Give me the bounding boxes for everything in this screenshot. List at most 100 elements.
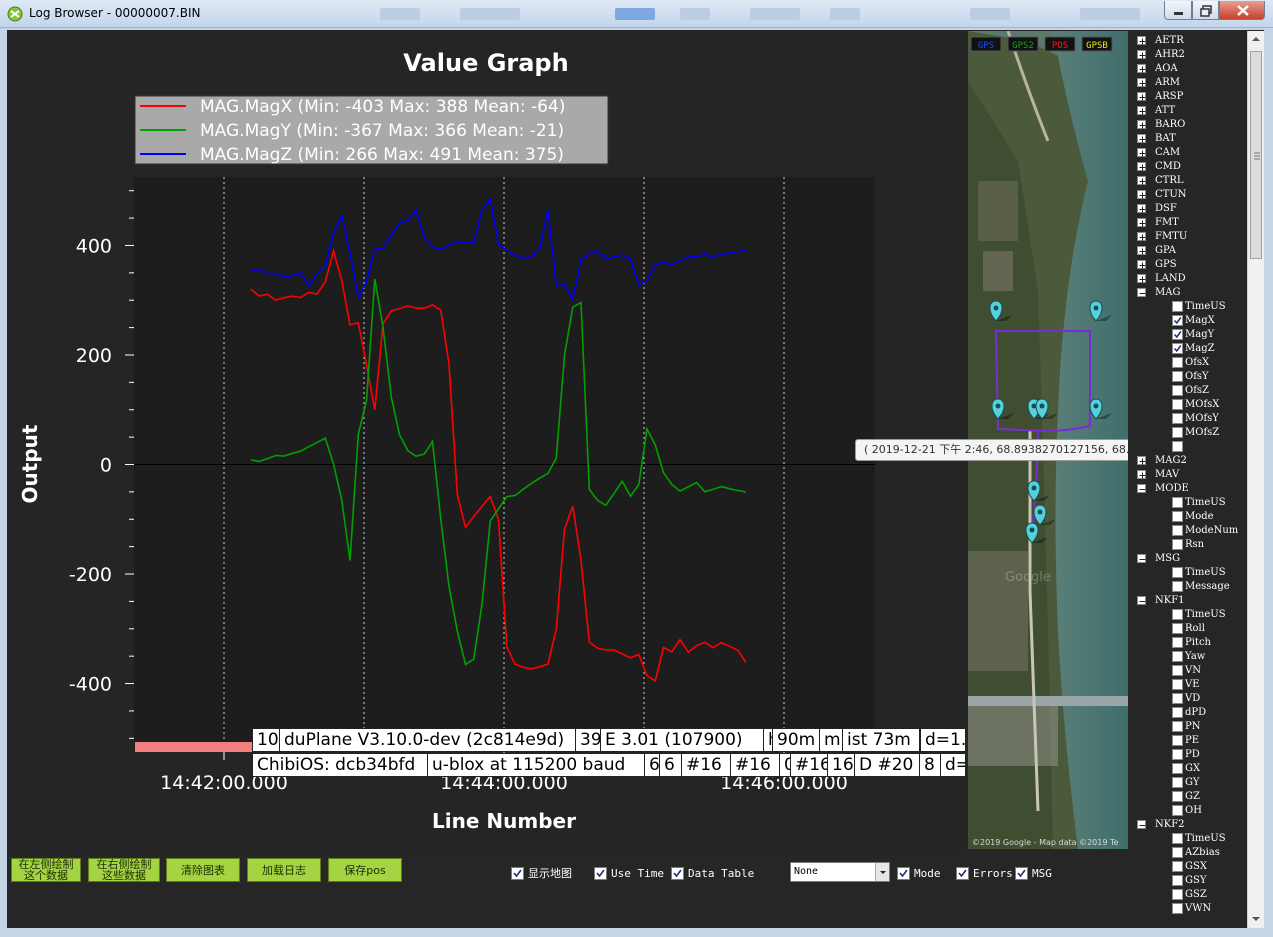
field-checkbox[interactable] — [1172, 874, 1183, 886]
series-dropdown[interactable]: None — [790, 862, 890, 882]
field-checkbox[interactable] — [1172, 426, 1183, 438]
tree-field[interactable]: TimeUS — [1172, 495, 1226, 509]
expand-icon[interactable] — [1137, 133, 1146, 143]
field-checkbox[interactable] — [1172, 790, 1183, 802]
tree-field[interactable]: AZbias — [1172, 845, 1220, 859]
expand-icon[interactable] — [1137, 35, 1146, 45]
tree-field[interactable]: OH — [1172, 803, 1202, 817]
tree-node[interactable]: CMD — [1137, 159, 1181, 173]
tree-node[interactable]: CTRL — [1137, 173, 1184, 187]
clear-graph-button[interactable]: 清除图表 — [166, 858, 240, 882]
close-button[interactable] — [1219, 1, 1265, 20]
tree-node[interactable]: ARSP — [1137, 89, 1183, 103]
tree-field[interactable]: MOfsY — [1172, 411, 1219, 425]
field-checkbox[interactable] — [1172, 398, 1183, 410]
field-checkbox[interactable] — [1172, 314, 1183, 326]
load-log-button[interactable]: 加载日志 — [247, 858, 321, 882]
field-checkbox[interactable] — [1172, 706, 1183, 718]
tree-node[interactable]: GPS — [1137, 257, 1177, 271]
tree-field[interactable]: OfsY — [1172, 369, 1209, 383]
field-checkbox[interactable] — [1172, 440, 1183, 452]
tree-node[interactable]: NKF1 — [1137, 593, 1185, 607]
tree-node[interactable]: DSF — [1137, 201, 1177, 215]
minimize-button[interactable] — [1164, 1, 1192, 20]
tree-node[interactable]: MODE — [1137, 481, 1189, 495]
expand-icon[interactable] — [1137, 189, 1146, 199]
scroll-down-icon[interactable] — [1248, 912, 1264, 926]
field-checkbox[interactable] — [1172, 902, 1183, 914]
tree-node[interactable]: MAG2 — [1137, 453, 1187, 467]
collapse-icon[interactable] — [1137, 819, 1146, 829]
tree-field[interactable]: VE — [1172, 677, 1200, 691]
field-checkbox[interactable] — [1172, 678, 1183, 690]
field-checkbox[interactable] — [1172, 342, 1183, 354]
show-map-checkbox[interactable]: 显示地图 — [511, 866, 572, 880]
field-checkbox[interactable] — [1172, 384, 1183, 396]
expand-icon[interactable] — [1137, 217, 1146, 227]
msg-checkbox[interactable]: MSG — [1015, 866, 1052, 880]
expand-icon[interactable] — [1137, 231, 1146, 241]
tree-field[interactable]: OfsX — [1172, 355, 1209, 369]
tree-field[interactable]: VD — [1172, 691, 1200, 705]
tree-field[interactable]: Roll — [1172, 621, 1205, 635]
scroll-up-icon[interactable] — [1248, 32, 1264, 46]
expand-icon[interactable] — [1137, 161, 1146, 171]
expand-icon[interactable] — [1137, 119, 1146, 129]
log-tree[interactable]: AETR AHR2 AOA ARM ARSP ATT BARO BAT CAM CMD CTRL CT… — [1128, 30, 1264, 928]
tree-field[interactable]: VN — [1172, 663, 1201, 677]
tree-field[interactable]: VWN — [1172, 901, 1211, 915]
tree-node[interactable]: MSG — [1137, 551, 1180, 565]
mode-checkbox[interactable]: Mode — [897, 866, 941, 880]
tree-field[interactable]: MOfsZ — [1172, 425, 1219, 439]
tree-field[interactable]: TimeUS — [1172, 607, 1226, 621]
field-checkbox[interactable] — [1172, 580, 1183, 592]
field-checkbox[interactable] — [1172, 650, 1183, 662]
tree-field[interactable]: MagY — [1172, 327, 1214, 341]
field-checkbox[interactable] — [1172, 804, 1183, 816]
tree-node[interactable]: AETR — [1137, 33, 1184, 47]
field-checkbox[interactable] — [1172, 720, 1183, 732]
tree-field[interactable]: GSY — [1172, 873, 1206, 887]
tree-node[interactable]: CAM — [1137, 145, 1180, 159]
tree-node[interactable]: NKF2 — [1137, 817, 1185, 831]
tree-field[interactable]: MagZ — [1172, 341, 1215, 355]
field-checkbox[interactable] — [1172, 608, 1183, 620]
tree-field[interactable]: dPD — [1172, 705, 1206, 719]
expand-icon[interactable] — [1137, 77, 1146, 87]
tree-field[interactable]: GSX — [1172, 859, 1207, 873]
tree-field[interactable]: GSZ — [1172, 887, 1207, 901]
expand-icon[interactable] — [1137, 175, 1146, 185]
collapse-icon[interactable] — [1137, 595, 1146, 605]
tree-field[interactable]: OfsZ — [1172, 383, 1209, 397]
data-table-checkbox[interactable]: Data Table — [671, 866, 754, 880]
tree-field[interactable]: Mode — [1172, 509, 1214, 523]
field-checkbox[interactable] — [1172, 412, 1183, 424]
tree-node[interactable]: AOA — [1137, 61, 1178, 75]
tree-node[interactable]: MAV — [1137, 467, 1179, 481]
tree-field[interactable]: TimeUS — [1172, 831, 1226, 845]
tree-field[interactable]: MagX — [1172, 313, 1215, 327]
collapse-icon[interactable] — [1137, 287, 1146, 297]
tree-node[interactable]: BAT — [1137, 131, 1176, 145]
field-checkbox[interactable] — [1172, 692, 1183, 704]
tree-node[interactable]: BARO — [1137, 117, 1185, 131]
field-checkbox[interactable] — [1172, 510, 1183, 522]
field-checkbox[interactable] — [1172, 300, 1183, 312]
chevron-down-icon[interactable] — [875, 863, 889, 881]
tree-field[interactable] — [1172, 439, 1185, 453]
tree-field[interactable]: Yaw — [1172, 649, 1205, 663]
save-pos-button[interactable]: 保存pos — [328, 858, 402, 882]
field-checkbox[interactable] — [1172, 356, 1183, 368]
maximize-button[interactable] — [1192, 1, 1219, 20]
field-checkbox[interactable] — [1172, 636, 1183, 648]
tree-field[interactable]: GY — [1172, 775, 1199, 789]
tree-node[interactable]: GPA — [1137, 243, 1176, 257]
field-checkbox[interactable] — [1172, 524, 1183, 536]
tree-field[interactable]: PE — [1172, 733, 1199, 747]
expand-icon[interactable] — [1137, 245, 1146, 255]
tree-field[interactable]: GZ — [1172, 789, 1200, 803]
tree-node[interactable]: MAG — [1137, 285, 1180, 299]
field-checkbox[interactable] — [1172, 328, 1183, 340]
field-checkbox[interactable] — [1172, 748, 1183, 760]
expand-icon[interactable] — [1137, 455, 1146, 465]
